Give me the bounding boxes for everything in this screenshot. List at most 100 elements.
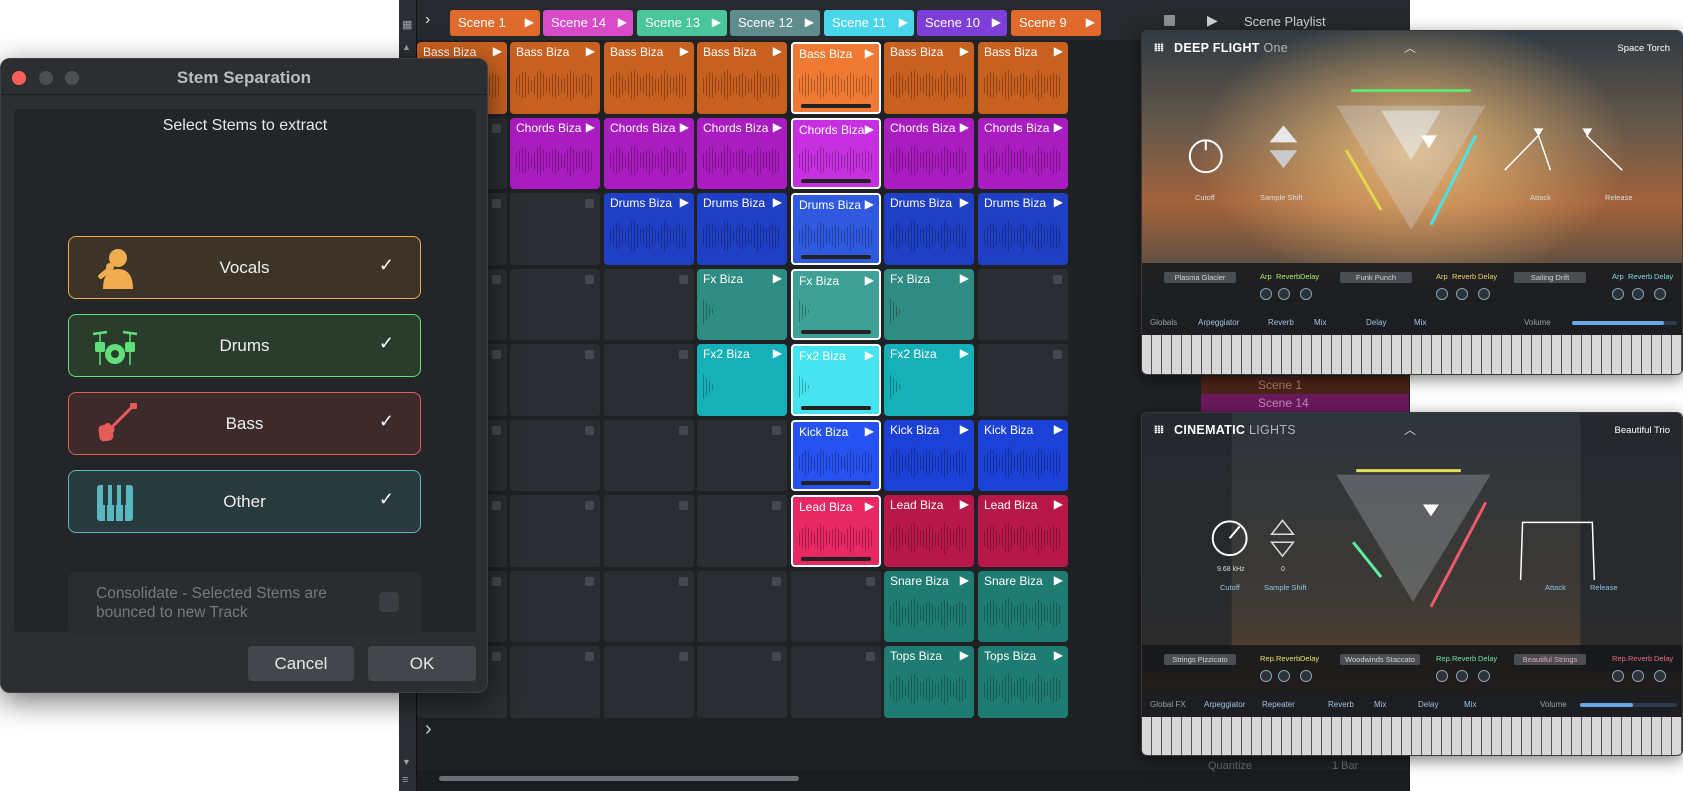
clip-fx-biza[interactable]: Fx Biza ▶: [791, 268, 881, 340]
layer-slot-2[interactable]: Woodwinds Staccato: [1340, 654, 1420, 665]
clip-play-icon[interactable]: ▶: [960, 497, 969, 511]
piano-keyboard[interactable]: [1142, 717, 1682, 755]
play-icon[interactable]: ▶: [1207, 12, 1218, 29]
clip-chords-biza[interactable]: Chords Biza ▶: [791, 117, 881, 189]
scene-play-icon[interactable]: ▶: [712, 15, 721, 29]
clip-chords-biza[interactable]: Chords Biza ▶: [510, 117, 600, 189]
empty-clip-slot[interactable]: [978, 268, 1068, 340]
scene-play-icon[interactable]: ▶: [805, 15, 814, 29]
clip-chords-biza[interactable]: Chords Biza ▶: [697, 117, 787, 189]
arp-knob[interactable]: [1260, 288, 1272, 300]
slot-stop-icon[interactable]: [492, 501, 501, 510]
clip-play-icon[interactable]: ▶: [960, 271, 969, 285]
delay-knob[interactable]: [1654, 670, 1666, 682]
clip-drums-biza[interactable]: Drums Biza ▶: [697, 193, 787, 265]
empty-clip-slot[interactable]: [510, 268, 600, 340]
menu-lines-icon[interactable]: ≡: [402, 774, 408, 786]
empty-clip-slot[interactable]: [604, 646, 694, 718]
slot-stop-icon[interactable]: [679, 652, 688, 661]
empty-clip-slot[interactable]: [510, 646, 600, 718]
empty-clip-slot[interactable]: [510, 495, 600, 567]
clip-drums-biza[interactable]: Drums Biza ▶: [604, 193, 694, 265]
consolidate-checkbox[interactable]: [379, 592, 399, 612]
clip-chords-biza[interactable]: Chords Biza ▶: [978, 117, 1068, 189]
slot-stop-icon[interactable]: [585, 576, 594, 586]
clip-play-icon[interactable]: ▶: [773, 44, 782, 58]
slot-stop-icon[interactable]: [585, 501, 594, 510]
clip-play-icon[interactable]: ▶: [773, 195, 782, 209]
clip-play-icon[interactable]: ▶: [865, 424, 874, 438]
scene-header-4[interactable]: Scene 12 ▶: [730, 10, 820, 36]
clip-play-icon[interactable]: ▶: [960, 422, 969, 436]
preset-name[interactable]: Space Torch: [1617, 43, 1670, 54]
arp-knob[interactable]: [1436, 288, 1448, 300]
scene-header-3[interactable]: Scene 13 ▶: [637, 10, 727, 36]
clip-lead-biza[interactable]: Lead Biza ▶: [884, 495, 974, 567]
stem-option-other[interactable]: Other ✓: [68, 470, 421, 533]
clip-play-icon[interactable]: ▶: [865, 499, 874, 513]
empty-clip-slot[interactable]: [697, 646, 787, 718]
empty-clip-slot[interactable]: [510, 344, 600, 416]
clip-play-icon[interactable]: ▶: [960, 120, 969, 134]
clip-chords-biza[interactable]: Chords Biza ▶: [604, 117, 694, 189]
scene-header-2[interactable]: Scene 14 ▶: [543, 10, 633, 36]
layer-slot-1[interactable]: Plasma Glacier: [1164, 272, 1236, 283]
clip-bass-biza[interactable]: Bass Biza ▶: [604, 42, 694, 114]
reverb-knob[interactable]: [1456, 288, 1468, 300]
clip-play-icon[interactable]: ▶: [960, 346, 969, 360]
slot-stop-icon[interactable]: [492, 350, 501, 359]
clip-bass-biza[interactable]: Bass Biza ▶: [978, 42, 1068, 114]
scene-play-icon[interactable]: ▶: [525, 15, 534, 29]
clip-play-icon[interactable]: ▶: [960, 573, 969, 587]
clip-kick-biza[interactable]: Kick Biza ▶: [884, 419, 974, 491]
quantize-value[interactable]: 1 Bar: [1332, 760, 1358, 772]
clip-play-icon[interactable]: ▶: [680, 120, 689, 134]
slot-stop-icon[interactable]: [1053, 274, 1062, 284]
clip-play-icon[interactable]: ▶: [586, 120, 595, 134]
clip-bass-biza[interactable]: Bass Biza ▶: [697, 42, 787, 114]
layer-slot-1[interactable]: Strings Pizzicato: [1164, 654, 1236, 665]
clip-kick-biza[interactable]: Kick Biza ▶: [791, 419, 881, 491]
rep-knob[interactable]: [1436, 670, 1448, 682]
rep-knob[interactable]: [1260, 670, 1272, 682]
empty-clip-slot[interactable]: [604, 419, 694, 491]
clip-kick-biza[interactable]: Kick Biza ▶: [978, 419, 1068, 491]
clip-fx2-biza[interactable]: Fx2 Biza ▶: [697, 344, 787, 416]
empty-clip-slot[interactable]: [978, 344, 1068, 416]
arpeggiator-toggle[interactable]: Arpeggiator: [1198, 318, 1239, 327]
clip-play-icon[interactable]: ▶: [1054, 195, 1063, 209]
repeater-toggle[interactable]: Repeater: [1262, 700, 1295, 709]
slot-stop-icon[interactable]: [492, 576, 501, 586]
collapse-chevron-icon[interactable]: ︿: [1404, 421, 1416, 438]
layer-slot-3[interactable]: Sailing Drift: [1514, 272, 1586, 283]
scrollbar-thumb[interactable]: [439, 776, 799, 781]
stop-icon[interactable]: [1164, 15, 1175, 26]
empty-clip-slot[interactable]: [604, 268, 694, 340]
stem-option-vocals[interactable]: Vocals ✓: [68, 236, 421, 299]
slot-stop-icon[interactable]: [585, 652, 594, 661]
clip-fx-biza[interactable]: Fx Biza ▶: [697, 268, 787, 340]
delay-knob[interactable]: [1478, 670, 1490, 682]
delay-knob[interactable]: [1300, 670, 1312, 682]
slot-stop-icon[interactable]: [585, 199, 594, 208]
scene-header-5[interactable]: Scene 11 ▶: [824, 10, 914, 36]
clip-play-icon[interactable]: ▶: [586, 44, 595, 58]
cancel-button[interactable]: Cancel: [248, 646, 354, 681]
slot-stop-icon[interactable]: [679, 350, 688, 359]
slot-stop-icon[interactable]: [492, 652, 501, 661]
clip-fx2-biza[interactable]: Fx2 Biza ▶: [791, 344, 881, 416]
slot-stop-icon[interactable]: [585, 274, 594, 284]
slot-stop-icon[interactable]: [679, 274, 688, 284]
clip-lead-biza[interactable]: Lead Biza ▶: [791, 495, 881, 567]
slot-stop-icon[interactable]: [772, 501, 781, 510]
piano-keyboard[interactable]: [1142, 335, 1682, 374]
playlist-scene-14[interactable]: Scene 14: [1258, 396, 1309, 410]
slot-stop-icon[interactable]: [1053, 350, 1062, 359]
clip-drums-biza[interactable]: Drums Biza ▶: [978, 193, 1068, 265]
reverb-knob[interactable]: [1278, 670, 1290, 682]
clip-tops-biza[interactable]: Tops Biza ▶: [978, 646, 1068, 718]
clip-play-icon[interactable]: ▶: [773, 346, 782, 360]
slot-stop-icon[interactable]: [585, 350, 594, 359]
slot-stop-icon[interactable]: [492, 425, 501, 435]
clip-play-icon[interactable]: ▶: [960, 195, 969, 209]
